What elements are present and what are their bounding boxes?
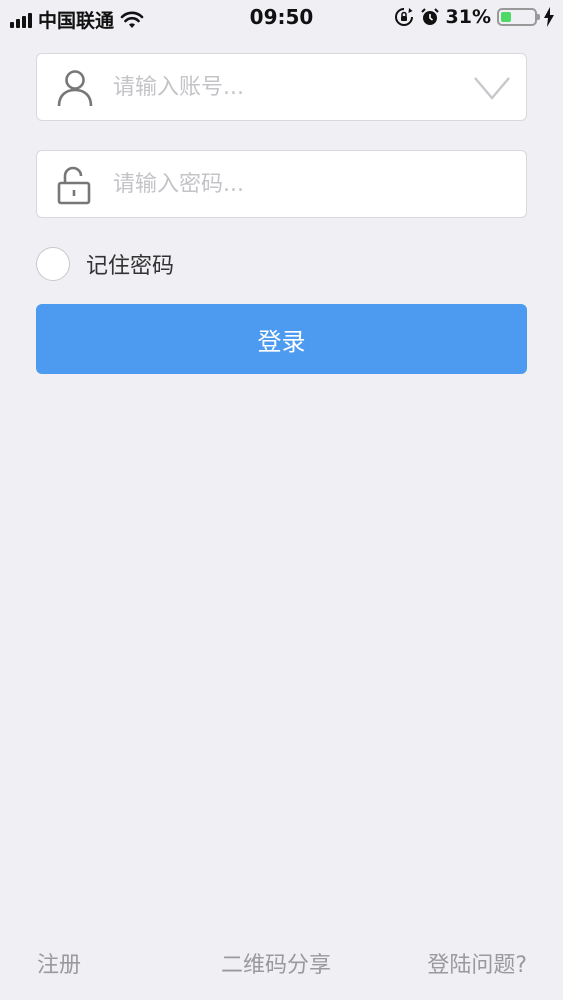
password-input[interactable] <box>113 151 483 217</box>
login-issue-link[interactable]: 登陆问题? <box>427 947 527 979</box>
dropdown-chevron-icon[interactable] <box>472 72 512 104</box>
remember-password-label: 记住密码 <box>86 254 175 279</box>
charging-icon <box>544 7 554 27</box>
register-link[interactable]: 注册 <box>37 947 81 979</box>
lock-icon <box>57 166 91 205</box>
user-icon <box>57 70 93 107</box>
remember-password-row[interactable]: 记住密码 <box>36 247 174 281</box>
login-button[interactable]: 登录 <box>36 304 527 374</box>
screen-lock-rotation-icon <box>394 8 413 26</box>
account-input[interactable] <box>113 54 483 120</box>
qr-share-link[interactable]: 二维码分享 <box>221 947 331 979</box>
battery-icon <box>497 8 540 26</box>
battery-percent: 31% <box>445 6 491 28</box>
alarm-icon <box>420 8 439 25</box>
status-bar: 中国联通 09:50 31% <box>0 0 563 36</box>
remember-password-checkbox[interactable] <box>36 247 70 281</box>
status-bar-right: 31% <box>394 6 555 28</box>
password-field[interactable] <box>36 150 527 218</box>
account-field[interactable] <box>36 53 527 121</box>
battery-level <box>501 12 511 22</box>
